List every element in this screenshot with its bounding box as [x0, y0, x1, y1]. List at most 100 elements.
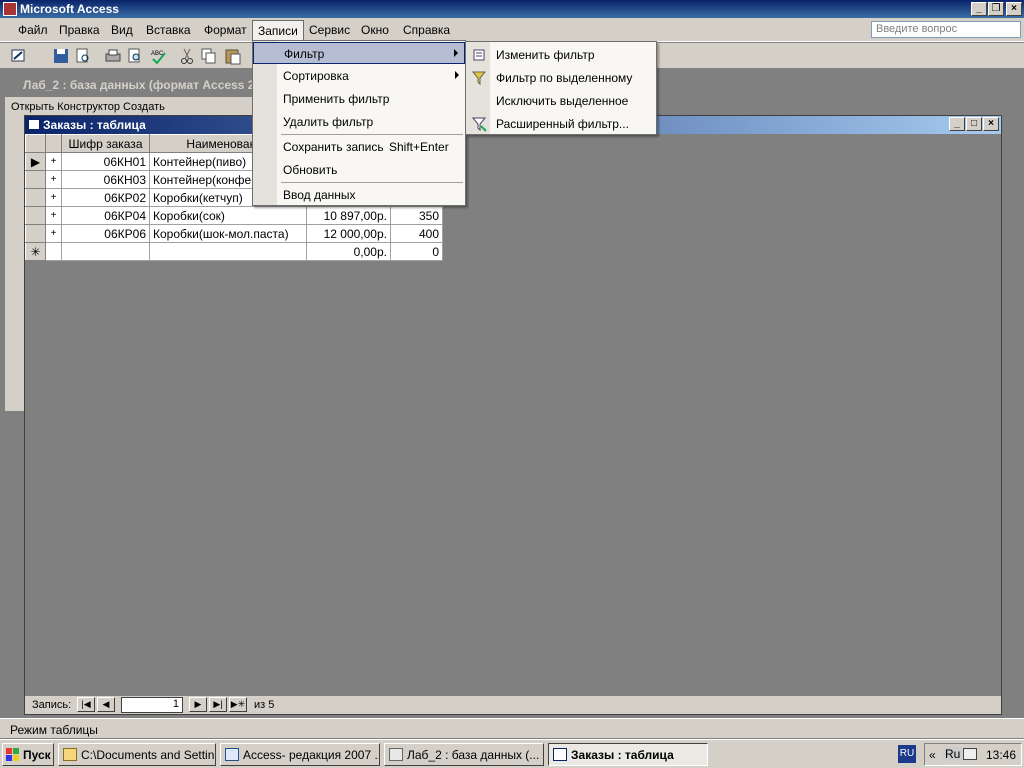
task-table[interactable]: Заказы : таблица — [548, 743, 708, 766]
cell-code[interactable] — [61, 242, 150, 261]
search-file-icon[interactable] — [74, 47, 92, 65]
system-tray: « Ru 13:46 — [924, 743, 1022, 766]
keyboard-layout[interactable]: Ru — [943, 747, 963, 761]
task-explorer[interactable]: C:\Documents and Settin... — [58, 743, 216, 766]
last-record-button[interactable]: ▶| — [209, 697, 227, 712]
menu-item-edit-filter[interactable]: Изменить фильтр — [466, 44, 656, 66]
cell-sum[interactable]: 12 000,00р. — [306, 224, 391, 243]
task-word[interactable]: Access- редакция 2007 ... — [220, 743, 380, 766]
record-navigation-bar: Запись: |◀ ◀ 1 ▶ ▶| ▶✳ из 5 — [25, 696, 1001, 714]
cell-name[interactable] — [149, 242, 307, 261]
start-button[interactable]: Пуск — [2, 743, 54, 766]
menu-records[interactable]: Записи — [252, 20, 304, 40]
new-record-row[interactable]: ✳ 0,00р. 0 — [25, 242, 443, 261]
column-header-code[interactable]: Шифр заказа — [61, 134, 150, 153]
next-record-button[interactable]: ▶ — [189, 697, 207, 712]
menu-item-refresh[interactable]: Обновить — [253, 159, 465, 181]
menu-item-data-entry[interactable]: Ввод данных — [253, 184, 465, 206]
menu-item-label: Сохранить запись — [283, 140, 384, 154]
expand-icon[interactable]: + — [45, 206, 62, 225]
menu-separator — [281, 134, 463, 135]
task-label: Лаб_2 : база данных (... — [407, 748, 540, 762]
new-record-button[interactable]: ▶✳ — [229, 697, 247, 712]
menu-file[interactable]: Файл — [18, 23, 48, 37]
cell-name[interactable]: Коробки(шок-мол.паста) — [149, 224, 307, 243]
expand-icon[interactable]: + — [45, 188, 62, 207]
clock: 13:46 — [986, 748, 1017, 762]
expand-icon[interactable]: + — [45, 170, 62, 189]
expand-cell — [45, 242, 62, 261]
expand-icon[interactable]: + — [45, 224, 62, 243]
menu-edit[interactable]: Правка — [59, 23, 100, 37]
cell-sum[interactable]: 10 897,00р. — [306, 206, 391, 225]
cell-qty[interactable]: 0 — [390, 242, 443, 261]
menu-item-save-record[interactable]: Сохранить запись Shift+Enter — [253, 136, 465, 158]
record-selector[interactable] — [25, 206, 46, 225]
ask-question-input[interactable]: Введите вопрос — [871, 21, 1021, 38]
previous-record-button[interactable]: ◀ — [97, 697, 115, 712]
paste-icon[interactable] — [224, 47, 242, 65]
advanced-filter-icon — [471, 117, 487, 132]
menu-item-label: Фильтр — [284, 47, 325, 61]
first-record-button[interactable]: |◀ — [77, 697, 95, 712]
menu-help[interactable]: Справка — [403, 23, 450, 37]
cell-name[interactable]: Коробки(сок) — [149, 206, 307, 225]
current-record-field[interactable]: 1 — [121, 697, 183, 713]
menu-item-label: Удалить фильтр — [283, 115, 374, 129]
spelling-icon[interactable]: ABC — [150, 47, 168, 65]
print-preview-icon[interactable] — [126, 47, 144, 65]
menu-item-exclude-selection[interactable]: Исключить выделенное — [466, 90, 656, 112]
menu-item-shortcut: Shift+Enter — [389, 140, 449, 154]
design-view-icon[interactable] — [10, 47, 28, 65]
table-row[interactable]: + 06КР04 Коробки(сок) 10 897,00р. 350 — [25, 206, 443, 225]
save-icon[interactable] — [52, 47, 70, 65]
minimize-button[interactable]: _ — [971, 2, 987, 16]
records-menu: Фильтр Сортировка Применить фильтр Удали… — [252, 40, 466, 206]
cell-code[interactable]: 06КР04 — [61, 206, 150, 225]
word-document-icon — [225, 748, 239, 761]
menu-tools[interactable]: Сервис — [309, 23, 350, 37]
expand-icon[interactable]: + — [45, 152, 62, 171]
menu-item-filter[interactable]: Фильтр — [253, 42, 465, 64]
database-window-toolbar[interactable]: Открыть Конструктор Создать — [11, 101, 251, 115]
network-icon[interactable] — [963, 748, 977, 760]
select-all-corner[interactable] — [25, 134, 46, 153]
menu-item-advanced-filter[interactable]: Расширенный фильтр... — [466, 113, 656, 135]
table-maximize-button[interactable]: □ — [966, 117, 982, 131]
current-record-indicator-icon[interactable]: ▶ — [25, 152, 46, 171]
record-selector[interactable] — [25, 170, 46, 189]
table-close-button[interactable]: × — [983, 117, 999, 131]
cell-qty[interactable]: 350 — [390, 206, 443, 225]
record-selector[interactable] — [25, 188, 46, 207]
access-app-icon — [3, 2, 17, 16]
menu-item-label: Изменить фильтр — [496, 48, 595, 62]
language-indicator[interactable]: RU — [898, 745, 916, 763]
cell-code[interactable]: 06КР02 — [61, 188, 150, 207]
close-button[interactable]: × — [1006, 2, 1022, 16]
menu-item-remove-filter[interactable]: Удалить фильтр — [253, 111, 465, 133]
table-row[interactable]: + 06КР06 Коробки(шок-мол.паста) 12 000,0… — [25, 224, 443, 243]
record-selector[interactable] — [25, 224, 46, 243]
table-minimize-button[interactable]: _ — [949, 117, 965, 131]
cell-code[interactable]: 06КН01 — [61, 152, 150, 171]
menu-view[interactable]: Вид — [111, 23, 133, 37]
menu-item-apply-filter[interactable]: Применить фильтр — [253, 88, 465, 110]
menu-format[interactable]: Формат — [204, 23, 247, 37]
cell-qty[interactable]: 400 — [390, 224, 443, 243]
cut-icon[interactable] — [178, 47, 196, 65]
cell-code[interactable]: 06КР06 — [61, 224, 150, 243]
record-label: Запись: — [32, 699, 72, 711]
menu-item-sort[interactable]: Сортировка — [253, 65, 465, 87]
copy-icon[interactable] — [200, 47, 218, 65]
menu-insert[interactable]: Вставка — [146, 23, 191, 37]
menu-item-filter-by-selection[interactable]: Фильтр по выделенному — [466, 67, 656, 89]
new-record-icon[interactable]: ✳ — [25, 242, 46, 261]
print-icon[interactable] — [104, 47, 122, 65]
restore-button[interactable]: ❐ — [988, 2, 1004, 16]
cell-sum[interactable]: 0,00р. — [306, 242, 391, 261]
table-icon — [553, 748, 567, 761]
task-database[interactable]: Лаб_2 : база данных (... — [384, 743, 544, 766]
menu-window[interactable]: Окно — [361, 23, 389, 37]
cell-code[interactable]: 06КН03 — [61, 170, 150, 189]
tray-collapse-icon[interactable]: « — [929, 748, 936, 762]
